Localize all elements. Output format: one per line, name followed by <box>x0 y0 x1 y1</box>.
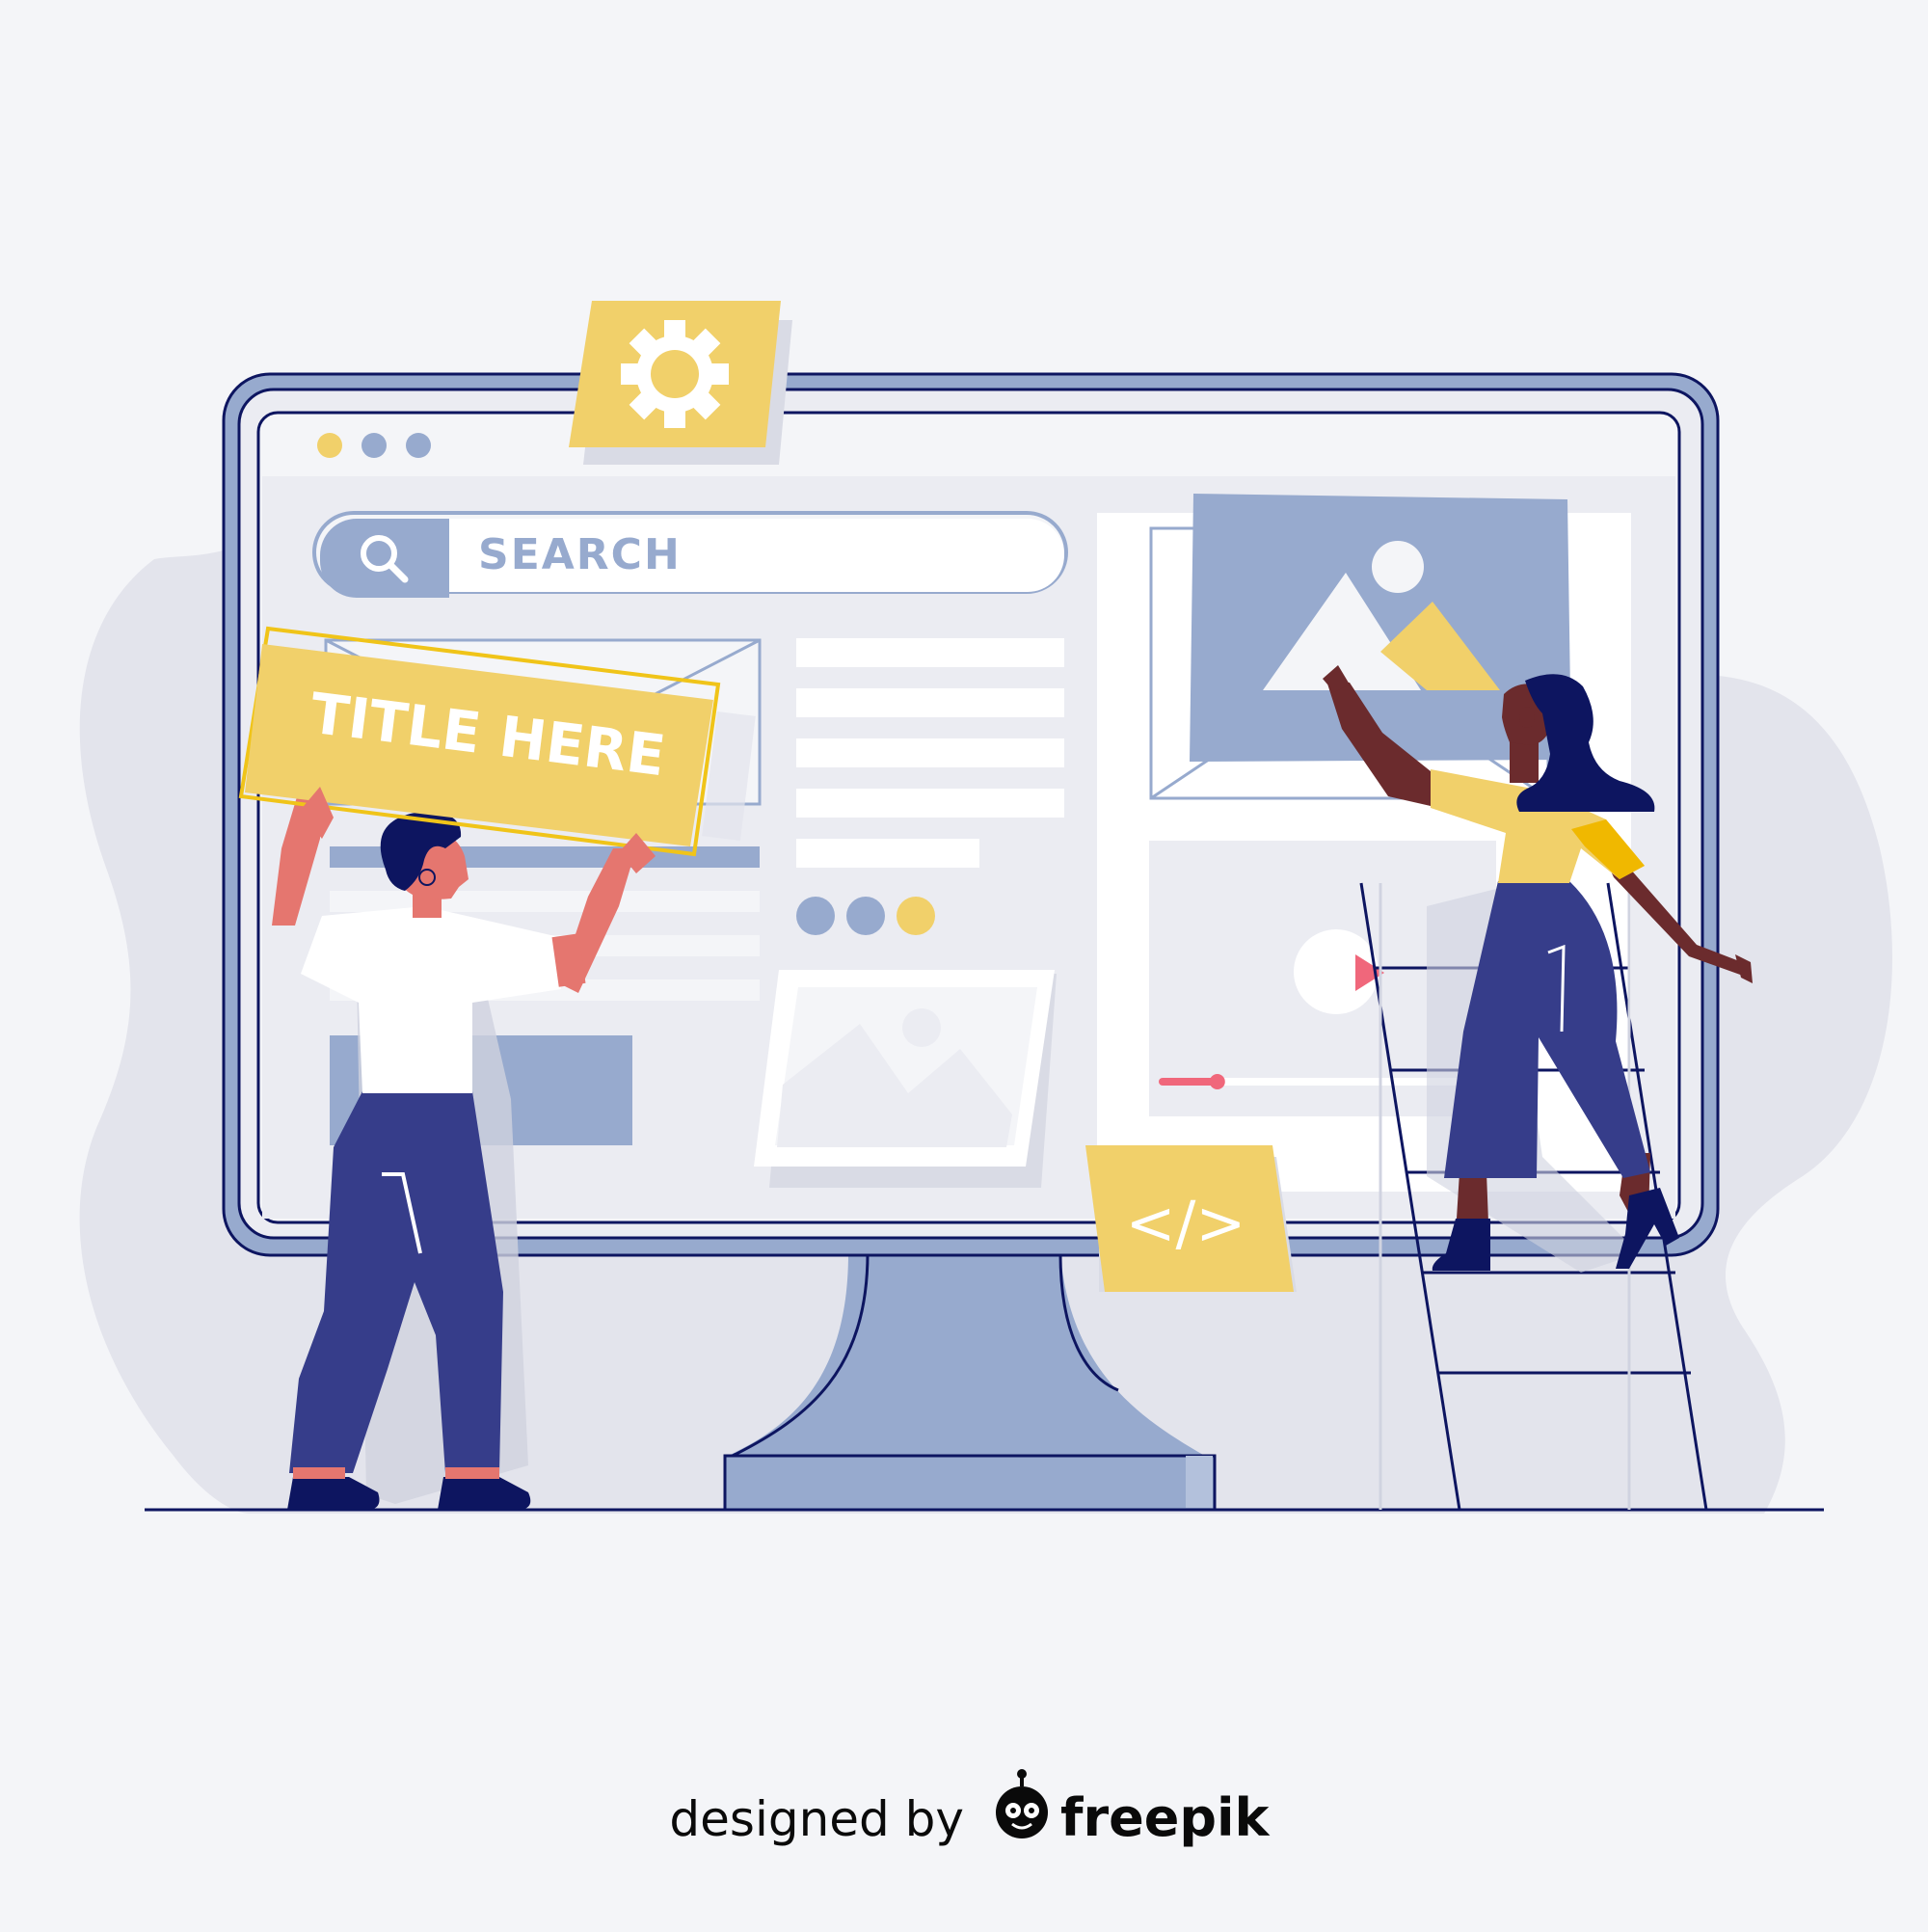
search-bar[interactable]: SEARCH <box>312 511 1068 598</box>
video-progress-thumb[interactable] <box>1209 1074 1225 1089</box>
illustration: SEARCH </> TITLE HERE designed by freepi… <box>0 0 1928 1928</box>
credit: designed by freepik <box>669 1769 1271 1848</box>
pager-dot-1[interactable] <box>796 897 835 935</box>
window-dot-slate-1[interactable] <box>362 433 387 458</box>
code-card[interactable]: </> <box>1085 1145 1297 1292</box>
credit-prefix: designed by <box>669 1791 964 1847</box>
window-dot-yellow[interactable] <box>317 433 342 458</box>
image-card <box>754 970 1057 1188</box>
credit-brand: freepik <box>1060 1787 1271 1848</box>
pager-dot-3[interactable] <box>897 897 935 935</box>
window-dot-slate-2[interactable] <box>406 433 431 458</box>
gear-icon[interactable] <box>621 320 729 428</box>
search-input[interactable]: SEARCH <box>478 530 682 579</box>
settings-card[interactable] <box>569 301 792 465</box>
pager-dot-2[interactable] <box>846 897 885 935</box>
code-icon[interactable]: </> <box>1126 1188 1246 1258</box>
freepik-logo-icon <box>996 1769 1048 1838</box>
